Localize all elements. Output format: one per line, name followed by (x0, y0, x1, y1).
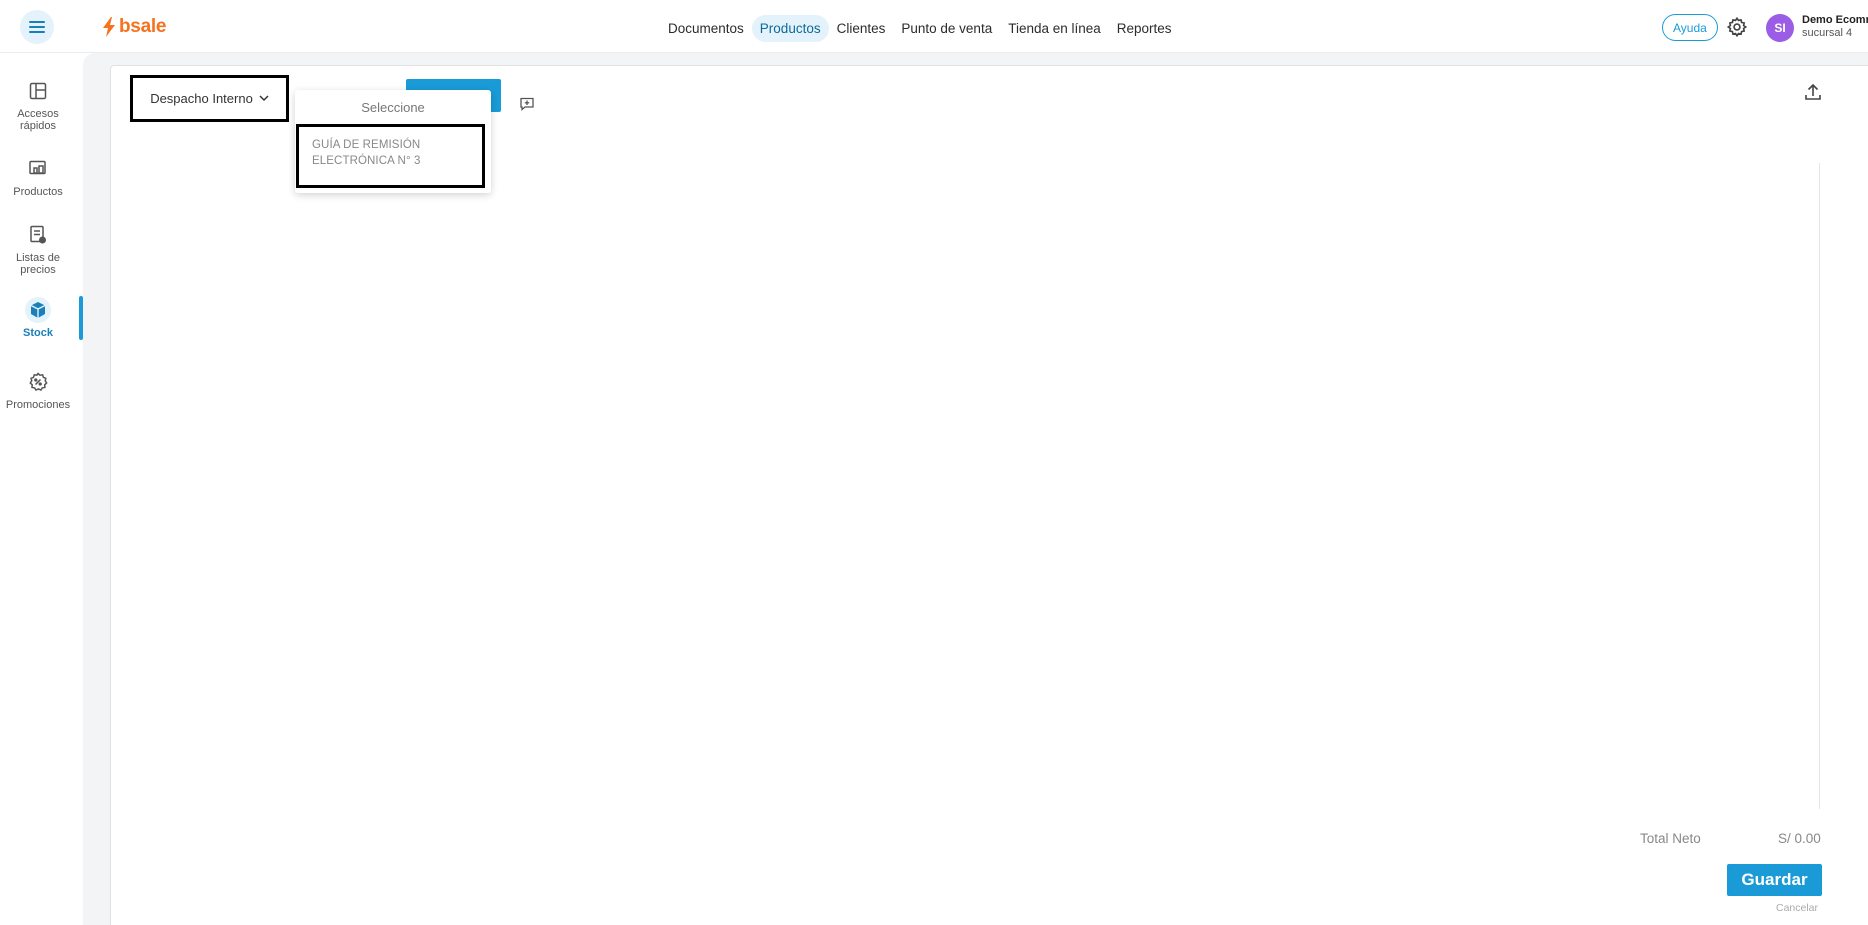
user-branch: sucursal 4 (1802, 27, 1853, 39)
help-button[interactable]: Ayuda (1662, 14, 1718, 41)
sidebar-item-promociones[interactable]: Promociones (0, 369, 76, 411)
dropdown-header: Seleccione (361, 99, 425, 115)
price-list-icon (30, 225, 46, 244)
sidebar-item-label: Listas de precios (15, 252, 61, 276)
nav-reportes[interactable]: Reportes (1109, 15, 1180, 42)
cube-icon (30, 302, 46, 318)
document-type-label: Despacho Interno (150, 91, 253, 106)
hamburger-menu-button[interactable] (20, 10, 54, 44)
bsale-logo[interactable]: bsale (102, 14, 166, 40)
promotion-icon (29, 372, 48, 392)
hamburger-icon (29, 21, 45, 33)
chevron-down-icon (259, 95, 269, 102)
nav-tienda-en-linea[interactable]: Tienda en línea (1000, 15, 1109, 42)
nav-clientes[interactable]: Clientes (829, 15, 894, 42)
upload-icon[interactable] (1803, 82, 1823, 102)
total-neto-value: S/ 0.00 (1778, 831, 1821, 846)
sidebar-item-label: Productos (13, 186, 63, 198)
save-button[interactable]: Guardar (1727, 864, 1822, 896)
cancel-link[interactable]: Cancelar (1776, 902, 1818, 914)
avatar[interactable]: SI (1766, 14, 1794, 42)
sidebar: Accesos rápidos Productos Listas de prec… (0, 53, 83, 925)
total-neto-label: Total Neto (1640, 831, 1701, 846)
sidebar-item-label: Stock (23, 327, 53, 339)
user-name: Demo Ecomm (1802, 14, 1868, 26)
nav-punto-de-venta[interactable]: Punto de venta (893, 15, 1000, 42)
bolt-icon (103, 17, 115, 37)
products-icon (29, 160, 46, 175)
document-card (110, 65, 1868, 925)
document-type-select[interactable]: Despacho Interno (130, 75, 289, 122)
document-number-dropdown: Seleccione GUÍA DE REMISIÓN ELECTRÓNICA … (295, 90, 491, 193)
sidebar-item-accesos-rapidos[interactable]: Accesos rápidos (0, 78, 76, 132)
nav-productos[interactable]: Productos (751, 14, 829, 42)
logo-text: bsale (119, 16, 167, 37)
sidebar-item-label: Accesos rápidos (17, 108, 59, 132)
sidebar-item-stock[interactable]: Stock (0, 297, 76, 339)
main-nav: Documentos Productos Clientes Punto de v… (660, 14, 1180, 42)
nav-documentos[interactable]: Documentos (660, 15, 752, 42)
user-info[interactable]: Demo Ecomm sucursal 4 (1802, 14, 1868, 39)
layout-icon (29, 82, 47, 100)
sidebar-item-productos[interactable]: Productos (0, 156, 76, 198)
gear-icon[interactable] (1726, 16, 1748, 38)
sidebar-item-label: Promociones (5, 399, 71, 411)
top-bar: bsale Documentos Productos Clientes Punt… (0, 0, 1868, 53)
vertical-divider (1819, 163, 1820, 809)
dropdown-option-guia-remision[interactable]: GUÍA DE REMISIÓN ELECTRÓNICA N° 3 (296, 124, 485, 188)
comment-icon[interactable] (519, 96, 535, 112)
sidebar-item-listas-de-precios[interactable]: Listas de precios (0, 222, 76, 276)
